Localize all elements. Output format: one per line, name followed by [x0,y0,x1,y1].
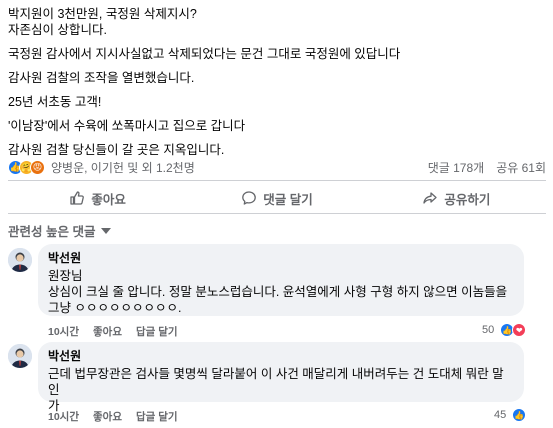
angry-reaction-icon: 😡 [30,159,45,175]
post-line: 감사원 검찰 당신들이 갈 곳은 지옥입니다. [8,143,225,157]
comment-button[interactable]: 댓글 달기 [187,184,366,212]
comment-time[interactable]: 10시간 [48,324,79,339]
divider [8,213,546,214]
comment-label: 댓글 달기 [263,192,313,207]
comment-author[interactable]: 박선원 [48,250,514,266]
avatar-person-icon [8,248,32,272]
like-reaction-icon: 👍 [512,408,527,422]
reactions-summary: 👍 🤗 😡 양병운, 이기헌 및 외 1.2천명 댓글 178개 공유 61회 [8,158,546,176]
comment-bubble: 박선원 근데 법무장관은 검사들 몇명씩 달라붙어 이 사건 매달리게 내버려두… [38,342,524,413]
share-icon [423,192,437,204]
post-line: 국정원 감사에서 지시사실없고 삭제되었다는 문건 그대로 국정원에 있답니다 [8,47,401,61]
share-count[interactable]: 공유 61회 [496,159,546,176]
comment-reply-link[interactable]: 답글 달기 [136,409,178,424]
comment-reaction-count[interactable]: 50 👍 ❤ [482,323,527,337]
comment-count[interactable]: 댓글 178개 [428,159,484,176]
avatar-person-icon [8,344,32,368]
reaction-names[interactable]: 양병운, 이기헌 및 외 1.2천명 [51,159,195,176]
comment-bubble: 박선원 원장님 상심이 크실 줄 압니다. 정말 분노스럽습니다. 윤석열에게 … [38,244,524,316]
reaction-count-number: 50 [482,324,495,336]
avatar[interactable] [8,344,32,368]
comment-like-link[interactable]: 좋아요 [93,409,122,424]
reaction-icons[interactable]: 👍 🤗 😡 [8,159,45,175]
comment-reaction-count[interactable]: 45 👍 [494,408,527,422]
comment-author[interactable]: 박선원 [48,348,514,364]
comment-like-link[interactable]: 좋아요 [93,324,122,339]
share-button[interactable]: 공유하기 [367,184,546,212]
love-reaction-icon: ❤ [512,323,527,337]
post-line: 자존심이 상합니다. [8,23,107,37]
comment-time[interactable]: 10시간 [48,409,79,424]
post-actions: 좋아요 댓글 달기 공유하기 [8,184,546,212]
reaction-count-number: 45 [494,409,507,421]
sort-label: 관련성 높은 댓글 [8,225,96,239]
divider [8,180,546,181]
thumbs-up-icon [70,191,85,205]
comment-text: 원장님 상심이 크실 줄 압니다. 정말 분노스럽습니다. 윤석열에게 사형 구… [48,269,508,315]
like-button[interactable]: 좋아요 [8,184,187,212]
comment-meta: 10시간 좋아요 답글 달기 [48,409,178,424]
comment-reply-link[interactable]: 답글 달기 [136,324,178,339]
like-label: 좋아요 [91,192,126,207]
comment-meta: 10시간 좋아요 답글 달기 [48,324,178,339]
post-line: '이남장'에서 수육에 쏘폭마시고 집으로 갑니다 [8,119,246,133]
comment-sort-dropdown[interactable]: 관련성 높은 댓글 [8,221,112,240]
comment-icon [242,191,257,205]
avatar[interactable] [8,248,32,272]
caret-down-icon [101,227,112,234]
post-line: 25년 서초동 고객! [8,95,102,109]
share-label: 공유하기 [444,192,491,207]
post-line: 박지원이 3천만원, 국정원 삭제지시? [8,7,197,21]
post-line: 감사원 검찰의 조작을 열변했습니다. [8,71,195,85]
comment-text: 근데 법무장관은 검사들 몇명씩 달라붙어 이 사건 매달리게 내버려두는 건 … [48,367,504,413]
